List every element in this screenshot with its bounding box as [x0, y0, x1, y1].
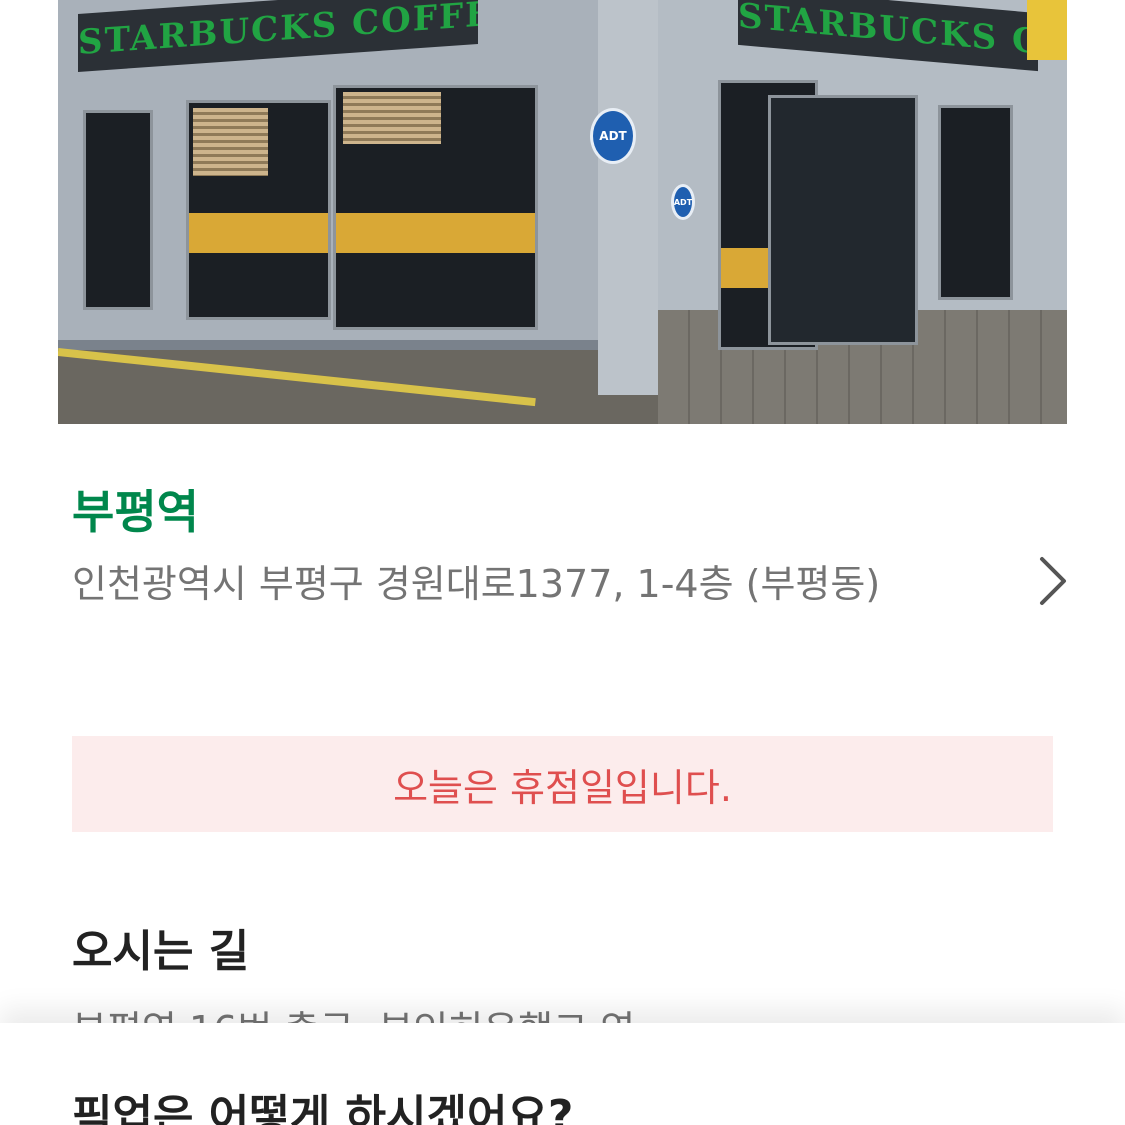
- store-name: 부평역: [72, 485, 199, 539]
- chevron-right-icon[interactable]: [1030, 553, 1070, 609]
- window-blind: [193, 108, 268, 176]
- closed-notice-banner: 오늘은 휴점일입니다.: [72, 736, 1053, 832]
- directions-title: 오시는 길: [72, 926, 250, 977]
- background-building: [1027, 0, 1067, 60]
- store-photo: STARBUCKS COFFEE STARBUCKS COFFEE ADT AD…: [58, 0, 1067, 424]
- pickup-method-title: 픽업은 어떻게 하시겠어요?: [72, 1091, 574, 1125]
- storefront-window: [83, 110, 153, 310]
- pickup-method-sheet[interactable]: 픽업은 어떻게 하시겠어요?: [0, 1023, 1125, 1125]
- store-address: 인천광역시 부평구 경원대로1377, 1-4층 (부평동): [72, 562, 881, 606]
- storefront-window: [938, 105, 1013, 300]
- window-blind: [343, 92, 441, 144]
- building-corner-pillar: [598, 0, 658, 395]
- security-badge: ADT: [671, 184, 695, 220]
- closed-notice-text: 오늘은 휴점일입니다.: [393, 765, 732, 810]
- security-badge: ADT: [590, 108, 636, 164]
- storefront-door: [768, 95, 918, 345]
